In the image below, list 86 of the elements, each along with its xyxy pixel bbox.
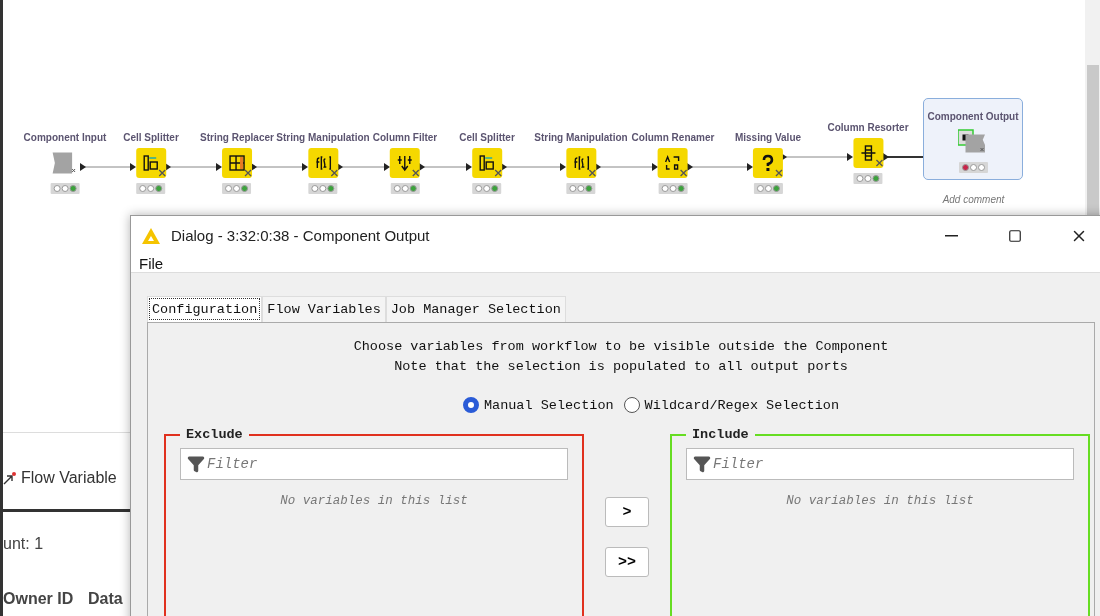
connection-arrow (337, 163, 390, 171)
node-label: Missing Value (734, 132, 802, 143)
cell-splitter-icon (478, 154, 496, 172)
connection-arrow (80, 163, 136, 171)
node-card[interactable]: Component Input (22, 131, 108, 195)
node[interactable] (472, 148, 502, 178)
table-grid-icon (228, 154, 246, 172)
x-mark-icon (158, 169, 166, 177)
function-icon (314, 154, 332, 172)
tab[interactable]: Configuration (147, 296, 263, 322)
node-card[interactable]: Column Filter (371, 131, 439, 195)
menu-item[interactable]: File (139, 255, 164, 272)
node-card[interactable]: Component Output (923, 98, 1023, 180)
connection-arrow (595, 163, 658, 171)
node-label: String Replacer (200, 132, 274, 143)
column-header: Owner ID (3, 590, 74, 608)
tab[interactable]: Flow Variables (262, 296, 386, 322)
node-label: Cell Splitter (459, 132, 515, 143)
node-card[interactable]: Column Resorter (826, 121, 910, 185)
node-card[interactable]: Cell Splitter (458, 131, 516, 195)
empty-list-text: No variables in this list (279, 494, 469, 508)
minimize-icon (944, 234, 958, 237)
connection-arrow (687, 163, 753, 171)
maximize-icon (1008, 228, 1022, 243)
move-button[interactable]: > (605, 497, 649, 527)
x-mark-icon (330, 169, 338, 177)
tab[interactable]: Job Manager Selection (385, 296, 566, 322)
row-count: unt: 1 (3, 535, 44, 553)
x-mark-icon (588, 169, 596, 177)
node-card[interactable]: Missing Value (733, 131, 803, 195)
node[interactable] (222, 148, 252, 178)
description-text: Note that the selection is populated to all output ports (393, 358, 849, 376)
flow-variable-icon (3, 471, 17, 485)
node[interactable] (566, 148, 596, 178)
description-text: Choose variables from workflow to be visible outside the Component (352, 338, 890, 356)
connection-arrow (501, 163, 566, 171)
connection-arrow (781, 153, 853, 161)
node-label: Component Output (927, 111, 1019, 122)
column-header: Data (88, 590, 123, 608)
window-title: Dialog - 3:32:0:38 - Component Output (171, 227, 431, 244)
move-button[interactable]: >> (605, 547, 649, 577)
column-filter-icon (396, 154, 414, 172)
x-mark-icon (412, 169, 420, 177)
filter-field[interactable]: Filter (180, 448, 568, 480)
resort-columns-icon (859, 144, 877, 162)
rename-icon (664, 154, 682, 172)
connection-arrow (251, 163, 308, 171)
comment-placeholder[interactable]: Add comment (924, 194, 1023, 205)
question-mark-icon (761, 154, 775, 172)
x-mark-icon (494, 169, 502, 177)
node-card[interactable]: Cell Splitter (122, 131, 180, 195)
empty-list-text: No variables in this list (785, 494, 975, 508)
node-label: Component Input (23, 132, 107, 143)
node-label: Column Filter (372, 132, 438, 143)
node-label: Column Resorter (827, 122, 909, 133)
x-mark-icon (875, 159, 883, 167)
triangle-logo-icon (141, 226, 161, 245)
node-label: String Manipulation (534, 132, 628, 143)
x-mark-icon (244, 169, 252, 177)
x-mark-icon (680, 169, 688, 177)
node[interactable] (853, 138, 883, 168)
node-label: String Manipulation (276, 132, 370, 143)
node-card[interactable]: String Manipulation (533, 131, 629, 195)
connection-arrow (419, 163, 472, 171)
node[interactable] (136, 148, 166, 178)
group-title: Include (691, 427, 750, 442)
group-title: Exclude (185, 427, 244, 442)
node-label: Cell Splitter (123, 132, 179, 143)
node-label: Column Renamer (631, 132, 715, 143)
filter-icon (693, 455, 711, 473)
function-icon (572, 154, 590, 172)
node[interactable] (753, 148, 783, 178)
radio-option[interactable]: Wildcard/Regex Selection (623, 397, 840, 413)
cell-splitter-icon (142, 154, 160, 172)
x-mark-icon (775, 169, 783, 177)
connection-arrow (165, 163, 222, 171)
node-card[interactable]: Column Renamer (630, 131, 716, 195)
panel-tab[interactable]: Flow Variable (3, 469, 117, 487)
radio-option[interactable]: Manual Selection (462, 397, 614, 413)
node[interactable] (390, 148, 420, 178)
node-card[interactable]: String Manipulation (275, 131, 371, 195)
filter-field[interactable]: Filter (686, 448, 1074, 480)
node[interactable] (308, 148, 338, 178)
node-card[interactable]: String Replacer (199, 131, 275, 195)
filter-icon (187, 455, 205, 473)
node[interactable] (658, 148, 688, 178)
